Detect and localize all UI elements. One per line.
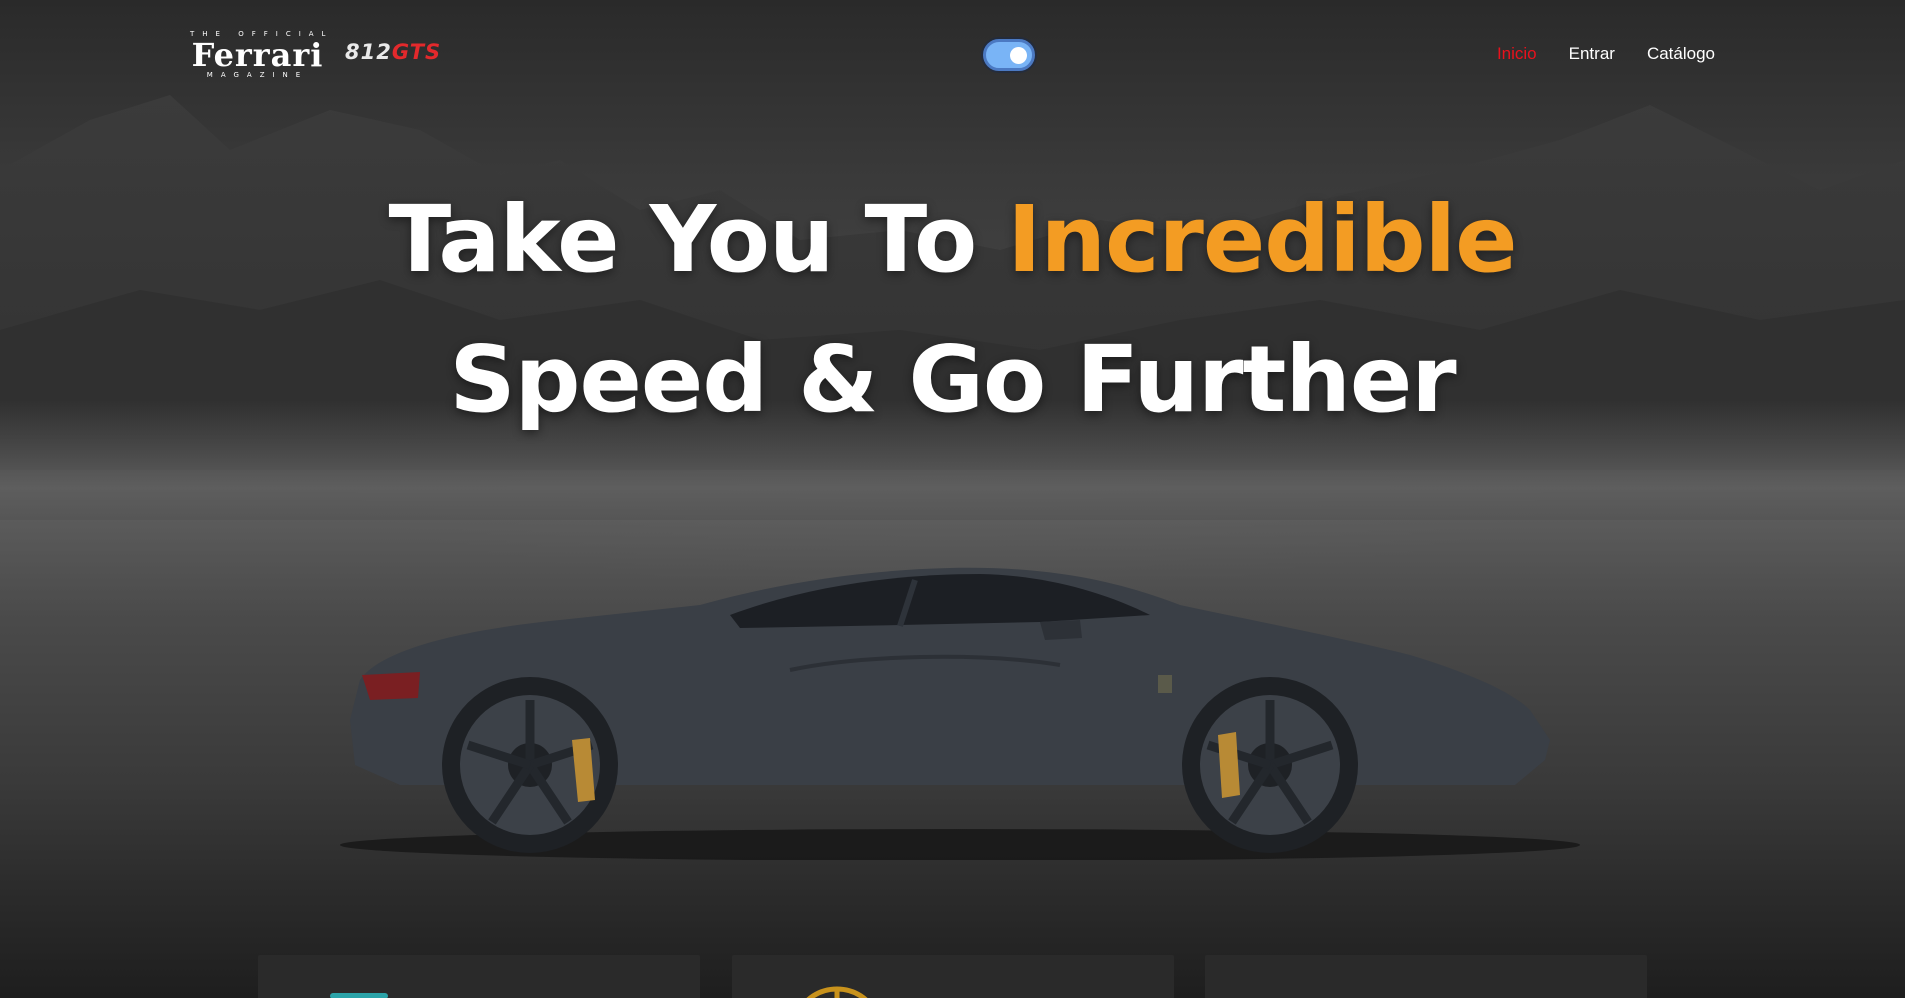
hero-headline: Take You To Incredible Speed & Go Furthe… — [0, 170, 1905, 450]
model-logo: 812GTS — [345, 40, 441, 64]
landing-page: THE OFFICIAL Ferrari MAGAZINE 812GTS Ini… — [0, 0, 1905, 998]
teal-stack-icon — [330, 993, 388, 998]
feature-card-2[interactable] — [732, 955, 1174, 998]
gold-circle-icon — [806, 986, 868, 998]
feature-card-1[interactable] — [258, 955, 700, 998]
headline-accent: Incredible — [1007, 186, 1517, 293]
model-number: 812 — [345, 40, 392, 64]
logo-bottom-text: MAGAZINE — [206, 71, 309, 79]
headline-line-2: Speed & Go Further — [449, 326, 1456, 433]
car-image — [340, 567, 1580, 860]
model-suffix: GTS — [391, 40, 442, 64]
nav-link-catalogo[interactable]: Catálogo — [1647, 44, 1715, 64]
ferrari-magazine-logo[interactable]: THE OFFICIAL Ferrari MAGAZINE — [190, 30, 325, 80]
toggle-knob — [1010, 47, 1027, 64]
logo-main-text: Ferrari — [191, 36, 324, 74]
main-nav: Inicio Entrar Catálogo — [1497, 44, 1715, 64]
headline-part1: Take You To — [388, 186, 1008, 293]
headline-line-1: Take You To Incredible — [0, 170, 1905, 310]
feature-card-3[interactable] — [1205, 955, 1647, 998]
nav-link-entrar[interactable]: Entrar — [1569, 44, 1615, 64]
theme-toggle[interactable] — [983, 39, 1035, 71]
nav-link-inicio[interactable]: Inicio — [1497, 44, 1537, 64]
